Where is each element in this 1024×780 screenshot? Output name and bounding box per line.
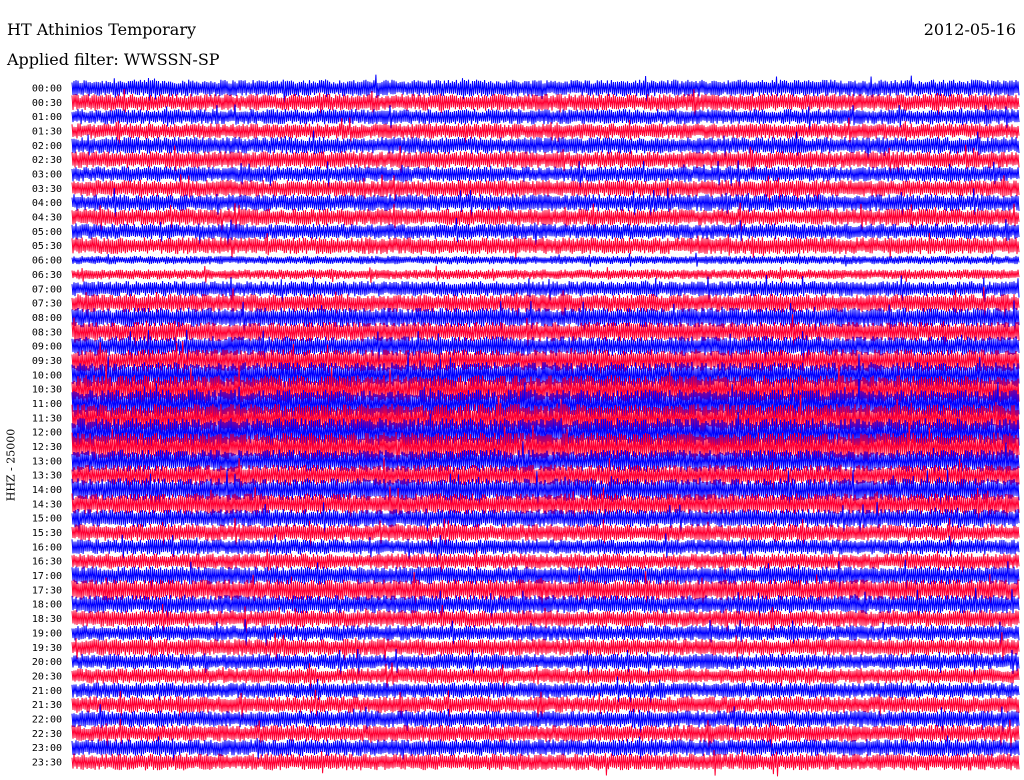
time-label: 23:00 — [32, 743, 62, 754]
time-label: 20:30 — [32, 671, 62, 682]
time-label: 06:30 — [32, 270, 62, 281]
time-label: 14:30 — [32, 499, 62, 510]
time-label: 03:30 — [32, 184, 62, 195]
time-label: 16:30 — [32, 557, 62, 568]
trace-group — [71, 74, 1020, 777]
time-label: 18:30 — [32, 614, 62, 625]
time-label: 13:30 — [32, 471, 62, 482]
time-label-group: 00:00 00:30 01:00 01:30 02:00 02:30 03:00 03:30… — [32, 84, 62, 769]
time-label: 05:00 — [32, 227, 62, 238]
time-label: 04:30 — [32, 213, 62, 224]
time-label: 04:00 — [32, 198, 62, 209]
trace-line — [71, 265, 1020, 284]
time-label: 15:30 — [32, 528, 62, 539]
time-label: 15:00 — [32, 514, 62, 525]
time-label: 19:00 — [32, 628, 62, 639]
time-label: 06:00 — [32, 256, 62, 267]
time-label: 19:30 — [32, 643, 62, 654]
time-label: 12:00 — [32, 428, 62, 439]
time-label: 21:30 — [32, 700, 62, 711]
seismogram-plot: 00:00 00:30 01:00 01:30 02:00 02:30 03:00 03:30… — [32, 74, 1020, 777]
time-label: 01:30 — [32, 127, 62, 138]
time-label: 09:00 — [32, 342, 62, 353]
time-label: 02:00 — [32, 141, 62, 152]
time-label: 07:30 — [32, 299, 62, 310]
time-label: 18:00 — [32, 600, 62, 611]
time-label: 17:30 — [32, 585, 62, 596]
time-label: 00:00 — [32, 84, 62, 95]
trace-line — [71, 252, 1020, 267]
time-label: 13:00 — [32, 456, 62, 467]
time-label: 03:00 — [32, 170, 62, 181]
time-label: 08:30 — [32, 327, 62, 338]
time-label: 10:00 — [32, 370, 62, 381]
time-label: 10:30 — [32, 385, 62, 396]
time-label: 21:00 — [32, 686, 62, 697]
time-label: 09:30 — [32, 356, 62, 367]
time-label: 11:30 — [32, 413, 62, 424]
time-label: 08:00 — [32, 313, 62, 324]
time-label: 11:00 — [32, 399, 62, 410]
time-label: 16:00 — [32, 542, 62, 553]
time-label: 17:00 — [32, 571, 62, 582]
time-label: 12:30 — [32, 442, 62, 453]
time-label: 23:30 — [32, 757, 62, 768]
time-label: 14:00 — [32, 485, 62, 496]
time-label: 20:00 — [32, 657, 62, 668]
time-label: 01:00 — [32, 112, 62, 123]
time-label: 07:00 — [32, 284, 62, 295]
time-label: 22:00 — [32, 714, 62, 725]
time-label: 22:30 — [32, 729, 62, 740]
time-label: 00:30 — [32, 98, 62, 109]
time-label: 02:30 — [32, 155, 62, 166]
time-label: 05:30 — [32, 241, 62, 252]
